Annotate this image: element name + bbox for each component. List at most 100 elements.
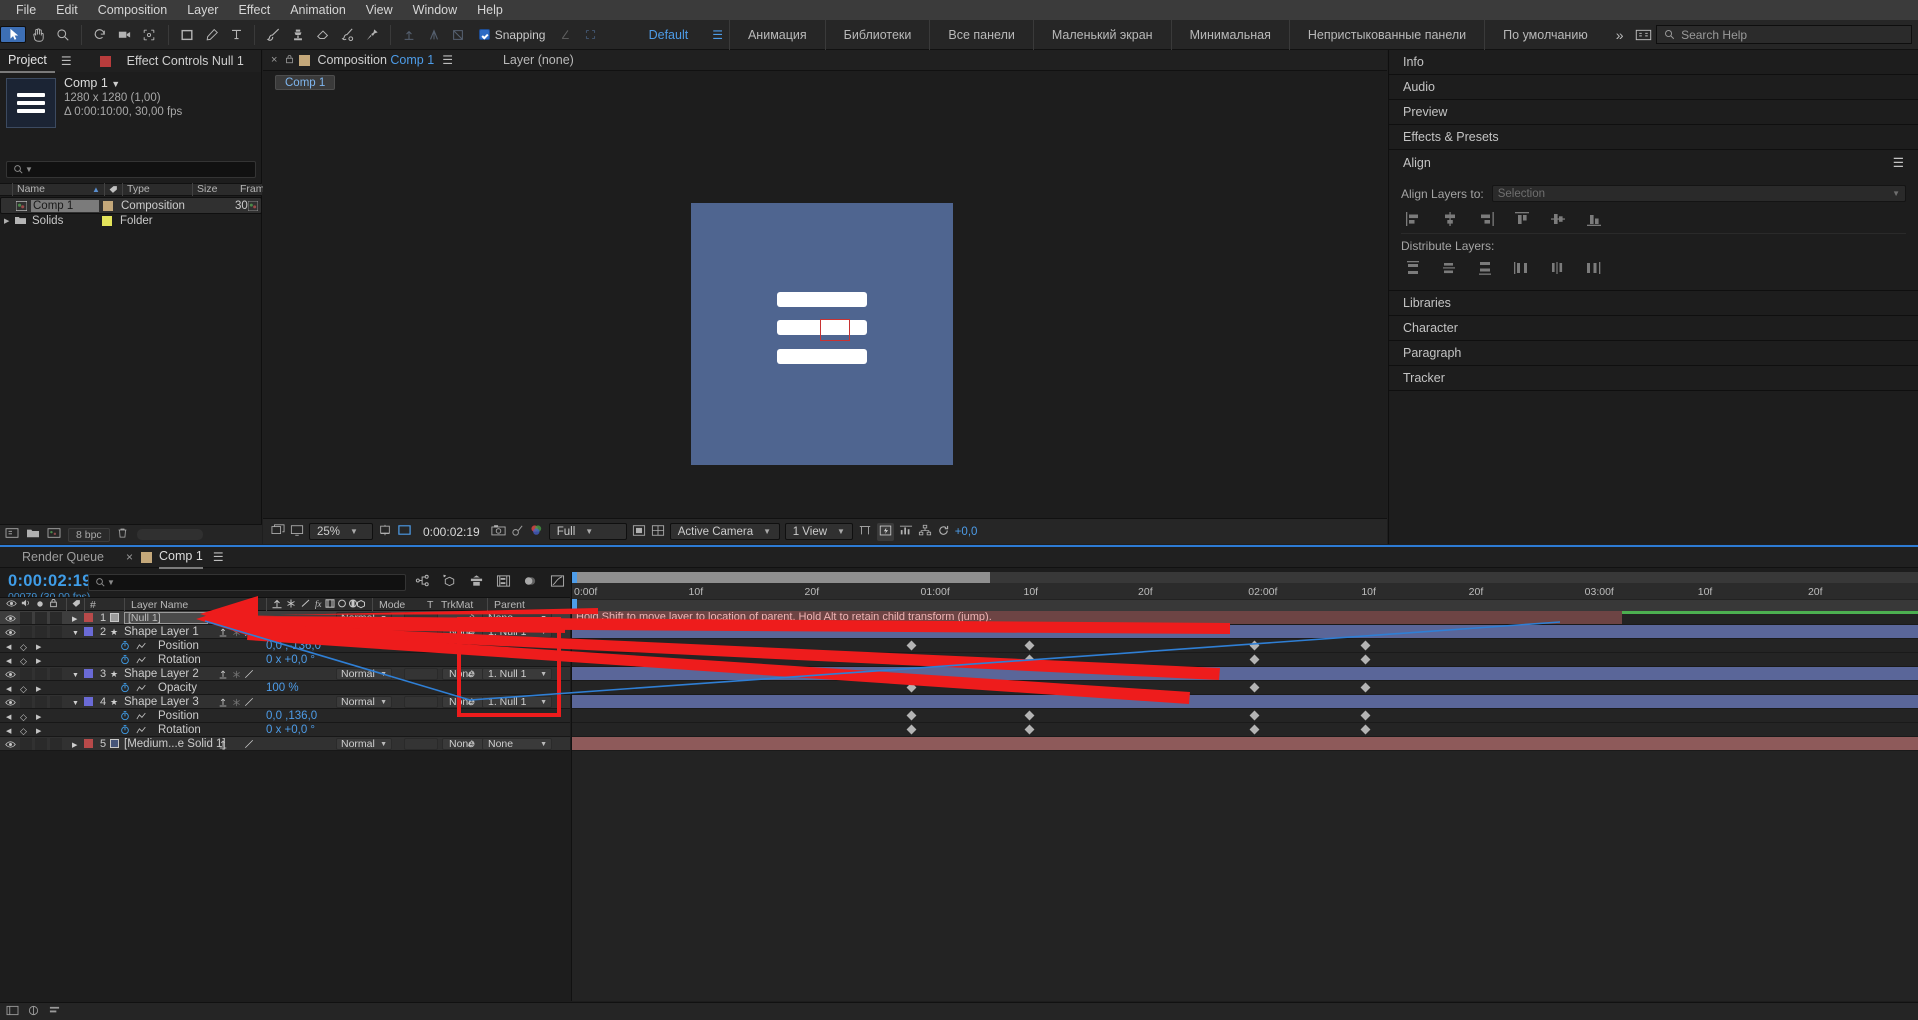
enable-frame-blending-icon[interactable] [496,574,511,591]
brush-tool-icon[interactable] [261,22,286,48]
layer-mode-select[interactable]: Normal ▼ [336,668,392,680]
layer-row-2[interactable]: ▼2★Shape Layer 1Normal▼None▼1. Null 1▼ [0,625,570,639]
exposure-reset-icon[interactable] [937,524,950,540]
project-item-label-color[interactable] [103,201,113,211]
layer-parent-select[interactable]: None ▼ [482,612,552,624]
column-t[interactable]: T [427,598,437,612]
menu-item-window[interactable]: Window [403,0,467,20]
search-help-input[interactable]: Search Help [1656,25,1912,44]
parent-pickwhip-icon[interactable] [466,739,476,753]
layer-label-color[interactable] [84,739,93,748]
anchor-point-icon[interactable] [397,22,422,48]
new-folder-icon[interactable] [26,527,40,542]
anchor-align-icon[interactable] [422,22,447,48]
layer-duration-bar[interactable] [572,737,1918,750]
workspace-2[interactable]: Библиотеки [824,19,930,50]
pan-behind-tool-icon[interactable] [137,22,162,48]
layer-t-toggle[interactable] [404,738,438,750]
composition-mini-flowchart-icon[interactable] [415,574,430,591]
composition-canvas[interactable] [263,94,1387,518]
layer-row-4[interactable]: ▼4★Shape Layer 3Normal▼None▼1. Null 1▼ [0,695,570,709]
layer-mode-select[interactable]: Normal ▼ [336,626,392,638]
project-search-input[interactable]: ▼ [6,161,256,178]
workspace-3[interactable]: Все панели [929,19,1032,50]
chevron-down-icon[interactable]: ▼ [107,578,115,587]
resolution-select[interactable]: Full ▼ [548,523,627,540]
menu-item-help[interactable]: Help [467,0,513,20]
keyframe-marker[interactable] [1024,682,1035,693]
layer-parent-select[interactable]: 1. Null 1 ▼ [482,668,552,680]
timeline-motionblur-icon[interactable] [48,1005,61,1019]
snap-bbox-icon[interactable] [578,22,603,48]
keyframe-marker[interactable] [906,682,917,693]
tab-effect-controls[interactable]: Effect Controls Null 1 [119,50,252,72]
pen-tool-icon[interactable] [199,22,224,48]
layer-audio-toggle[interactable] [20,626,32,638]
new-comp-icon[interactable] [47,527,61,542]
transparency-grid-icon[interactable] [651,524,665,540]
fast-previews-icon[interactable] [876,522,894,541]
snap-vertex-icon[interactable] [553,22,578,48]
column-size[interactable]: Size [192,183,236,196]
layer-duration-bar[interactable] [572,667,1918,680]
snapping-toggle[interactable]: Snapping [471,28,554,42]
project-scrollbar[interactable] [136,529,203,540]
menu-item-file[interactable]: File [6,0,46,20]
hide-shy-layers-icon[interactable] [469,574,484,591]
track-property-row[interactable] [572,639,1918,653]
keyframe-toggle-icon[interactable]: ◇ [20,654,27,668]
property-row-rotation[interactable]: ◀ ◇ ▶ Rotation 0 x +0,0 ° [0,723,570,737]
property-row-position[interactable]: ◀ ◇ ▶ Position 0,0 ,-136,0 [0,639,570,653]
keyframe-marker[interactable] [1249,724,1260,735]
column-trkmat[interactable]: TrkMat [441,598,489,612]
layer-solo-toggle[interactable] [35,612,47,624]
align-panel-menu-icon[interactable]: ☰ [1893,155,1904,170]
layer-solo-toggle[interactable] [35,626,47,638]
layer-lock-toggle[interactable] [50,626,62,638]
track-row-4[interactable] [572,695,1918,709]
align-center-horizontal-icon[interactable] [1441,211,1459,227]
keyframe-marker[interactable] [1024,710,1035,721]
track-property-row[interactable] [572,709,1918,723]
keyframe-toggle-icon[interactable]: ◇ [20,710,27,724]
layer-audio-toggle[interactable] [20,612,32,624]
layer-solo-toggle[interactable] [35,696,47,708]
composition-panel-menu-icon[interactable]: ☰ [434,53,461,67]
menu-item-effect[interactable]: Effect [228,0,280,20]
close-icon[interactable]: × [126,550,141,564]
snapping-checkbox[interactable] [478,29,490,40]
camera-tool-icon[interactable] [113,22,138,48]
chevron-down-icon[interactable]: ▼ [111,79,120,89]
layer-label-color[interactable] [84,613,93,622]
distribute-top-icon[interactable] [1405,260,1423,276]
property-value[interactable]: 0,0 ,136,0 [266,709,317,723]
monitor-icon[interactable] [290,524,304,540]
layer-t-toggle[interactable] [404,612,438,624]
keyframe-marker[interactable] [1360,710,1371,721]
layer-t-toggle[interactable] [404,696,438,708]
align-center-vertical-icon[interactable] [1549,211,1567,227]
distribute-left-icon[interactable] [1513,260,1531,276]
layer-row-3[interactable]: ▼3★Shape Layer 2Normal▼None▼1. Null 1▼ [0,667,570,681]
sidebar-section-tracker[interactable]: Tracker [1389,366,1918,391]
work-area-bar[interactable] [572,572,990,583]
timeline-tracks[interactable]: Hold Shift to move layer to location of … [571,611,1918,1001]
show-snapshot-icon[interactable] [511,524,524,540]
menu-item-layer[interactable]: Layer [177,0,228,20]
enable-motion-blur-icon[interactable] [523,574,538,591]
align-left-icon[interactable] [1405,211,1423,227]
layer-name[interactable]: Shape Layer 3 [124,695,199,709]
timeline-toggle-switches-icon[interactable] [6,1005,19,1019]
layer-audio-toggle[interactable] [20,668,32,680]
layer-disclosure-icon[interactable]: ▶ [72,739,77,753]
shape-tool-icon[interactable] [175,22,200,48]
project-item-0[interactable]: Comp 1 Composition 30 [0,197,262,214]
layer-duration-bar[interactable] [572,625,1918,638]
layer-label-color[interactable] [84,669,93,678]
layer-transform-switch-icon[interactable] [218,739,228,753]
sidebar-section-audio[interactable]: Audio [1389,75,1918,100]
sidebar-section-info[interactable]: Info [1389,50,1918,75]
layer-lock-toggle[interactable] [50,668,62,680]
sidebar-section-effects-presets[interactable]: Effects & Presets [1389,125,1918,150]
column-parent[interactable]: Parent [487,598,547,612]
